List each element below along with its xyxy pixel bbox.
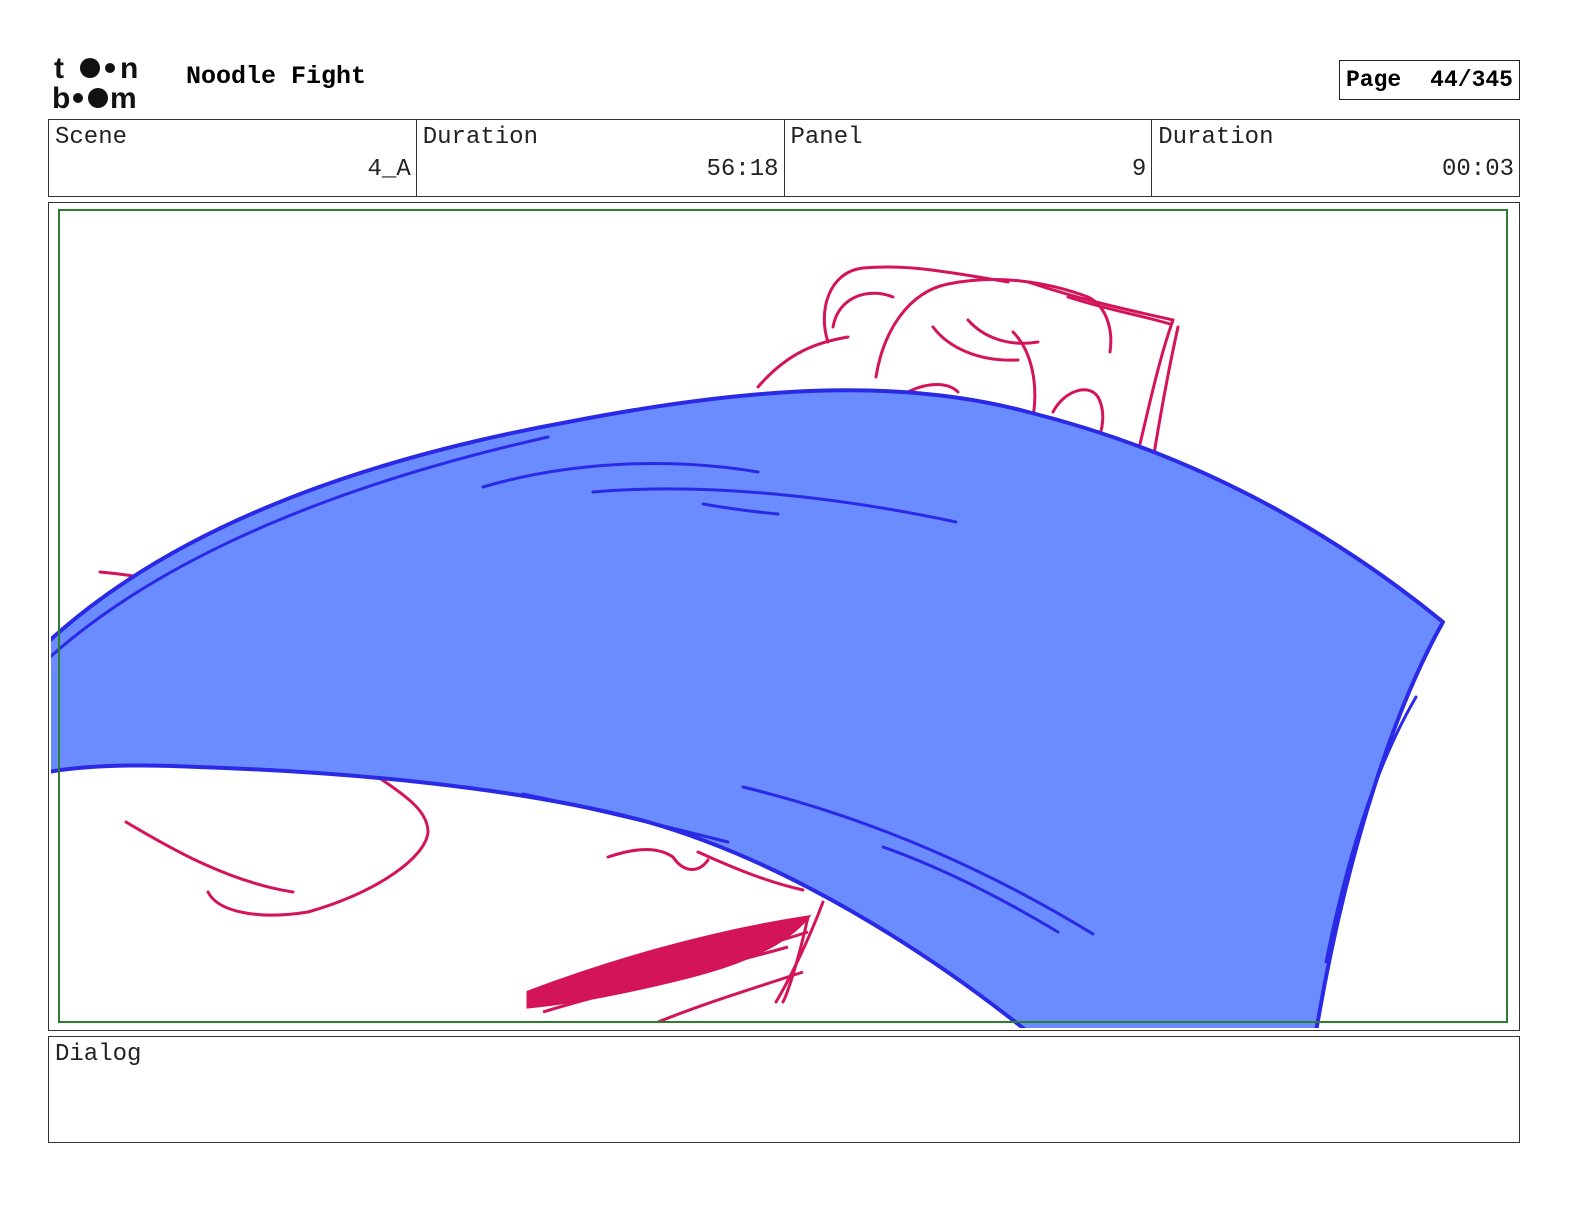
page-indicator: Page 44/345 — [1339, 60, 1520, 100]
dialog-label: Dialog — [55, 1041, 142, 1068]
panel-cell: Panel 9 — [785, 120, 1153, 196]
svg-text:m: m — [110, 82, 137, 112]
project-title: Noodle Fight — [186, 62, 367, 91]
sketch-scribble — [526, 914, 812, 1024]
storyboard-panel-drawing — [51, 209, 1508, 1028]
scene-duration-value: 56:18 — [706, 156, 779, 183]
panel-info-table: Scene 4_A Duration 56:18 Panel 9 Duratio… — [48, 119, 1520, 197]
page-label: Page — [1346, 67, 1402, 93]
toonboom-logo-graphic: t n b m — [52, 52, 138, 115]
dialog-box: Dialog — [48, 1036, 1520, 1143]
svg-text:n: n — [120, 52, 138, 85]
svg-text:b: b — [52, 82, 70, 112]
svg-text:t: t — [54, 52, 64, 85]
panel-duration-cell: Duration 00:03 — [1152, 120, 1519, 196]
scene-cell: Scene 4_A — [49, 120, 417, 196]
page-number: 44/345 — [1430, 67, 1513, 93]
scene-duration-cell: Duration 56:18 — [417, 120, 785, 196]
panel-label: Panel — [790, 124, 863, 151]
panel-duration-value: 00:03 — [1441, 156, 1514, 183]
panel-duration-label: Duration — [1158, 124, 1274, 151]
toonboom-logo: t n b m — [52, 52, 164, 115]
scene-value: 4_A — [367, 156, 411, 183]
panel-value: 9 — [1131, 156, 1147, 183]
scene-duration-label: Duration — [422, 124, 538, 151]
scene-label: Scene — [55, 124, 128, 151]
